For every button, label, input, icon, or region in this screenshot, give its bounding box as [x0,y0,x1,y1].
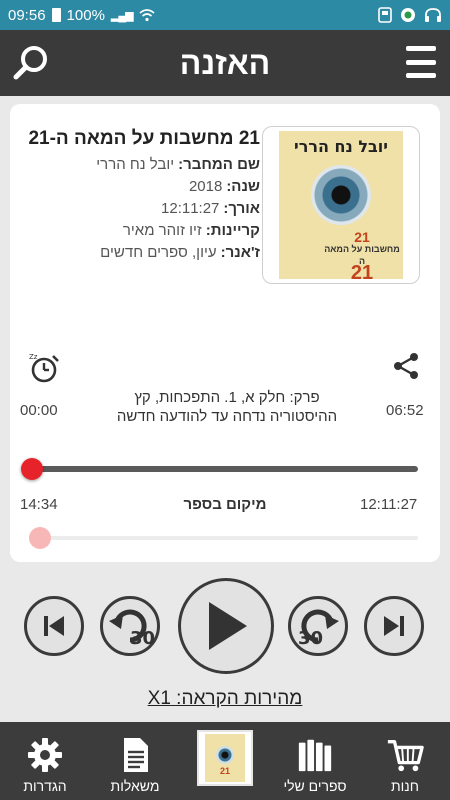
battery-icon [51,8,61,22]
author-row: שם המחבר:יובל נח הררי [20,154,260,176]
now-playing-cover: 21 [197,730,253,786]
genre-label: ז'אנר: [220,244,260,261]
signal-icon: ▂▄▆ [110,9,134,22]
nav-my-books-label: ספרים שלי [283,778,347,794]
play-button[interactable] [178,578,274,674]
rewind-30-label: 30 [130,628,155,649]
eye-image [311,165,371,225]
year-label: שנה: [226,178,260,195]
nav-settings[interactable]: הגדרות [0,722,90,800]
author-value: יובל נח הררי [96,156,175,173]
cover-art: יובל נח הררי 21 מחשבות על המאה ה 21 [279,131,403,279]
book-cover[interactable]: יובל נח הררי 21 מחשבות על המאה ה 21 [262,126,420,284]
app-bar: האזנה [0,30,450,96]
book-seekbar[interactable] [32,536,418,540]
cover-number-2: 21 [350,262,374,279]
book-elapsed: 14:34 [20,496,58,513]
wifi-icon [139,9,155,22]
cover-author: יובל נח הררי [294,137,388,156]
search-icon[interactable] [12,44,50,82]
book-seek-thumb[interactable] [28,527,51,549]
chapter-seek-thumb[interactable] [21,458,43,480]
forward-30-button[interactable]: 30 [288,596,348,656]
forward-30-label: 30 [298,628,323,649]
book-title: 21 מחשבות על המאה ה-21 [28,128,260,149]
nav-store-label: חנות [391,778,419,794]
genre-value: עיון, ספרים חדשים [100,244,217,261]
narrator-value: זיו זוהר מאיר [122,222,202,239]
status-time: 09:56 [8,6,46,24]
books-icon [298,739,332,772]
player-card: יובל נח הררי 21 מחשבות על המאה ה 21 21 מ… [10,104,440,562]
skip-next-icon [384,616,404,636]
mini-cover-art: 21 [205,734,245,782]
book-position-label: מיקום בספר [183,496,267,513]
chapter-duration: 06:52 [386,402,424,419]
svg-text:Zz: Zz [29,353,38,361]
length-value: 12:11:27 [161,200,220,217]
nav-loans-label: משאלות [110,778,160,794]
headphones-icon [425,8,441,22]
menu-icon[interactable] [406,46,436,78]
chapter-elapsed: 00:00 [20,402,58,419]
cover-title: 21 מחשבות על המאה ה 21 [321,230,403,279]
document-icon [124,738,148,772]
length-label: אורך: [223,200,260,217]
book-total: 12:11:27 [360,496,418,513]
forward-30-icon: 30 [298,609,339,649]
share-icon[interactable] [392,352,420,380]
previous-chapter-button[interactable] [24,596,84,656]
nav-loans[interactable]: משאלות [90,722,180,800]
gear-icon [28,738,62,772]
app-notification-icon [401,8,415,22]
sd-card-icon [378,7,392,23]
mini-cover-number: 21 [219,766,230,776]
chapter-seekbar[interactable] [32,466,418,472]
nav-now-playing[interactable]: 21 [180,722,270,800]
year-value: 2018 [188,178,223,195]
nav-my-books[interactable]: ספרים שלי [270,722,360,800]
chapter-title: פרק: חלק א, 1. התפכחות, קץ ההיסטוריה נדח… [116,389,338,425]
status-battery: 100% [66,6,105,24]
genre-row: ז'אנר:עיון, ספרים חדשים [20,242,260,264]
author-label: שם המחבר: [178,156,260,173]
next-chapter-button[interactable] [364,596,424,656]
nav-store[interactable]: חנות [360,722,450,800]
rewind-30-icon: 30 [109,609,155,649]
sleep-timer-icon[interactable]: Zz [28,352,60,384]
narrator-row: קריינות:זיו זוהר מאיר [20,220,260,242]
shopping-cart-icon [387,740,424,772]
nav-settings-label: הגדרות [23,778,67,794]
rewind-30-button[interactable]: 30 [100,596,160,656]
bottom-navigation: הגדרות משאלות 21 ספרים שלי חנות [0,722,450,800]
status-bar: 09:56 100% ▂▄▆ [0,0,450,30]
skip-previous-icon [44,616,64,636]
year-row: שנה:2018 [20,176,260,198]
play-icon [209,602,247,650]
narrator-label: קריינות: [205,222,260,239]
page-title: האזנה [179,44,271,81]
length-row: אורך:12:11:27 [20,198,260,220]
playback-speed[interactable]: מהירות הקראה: X1 [0,688,450,710]
book-info: 21 מחשבות על המאה ה-21 שם המחבר:יובל נח … [20,128,260,264]
